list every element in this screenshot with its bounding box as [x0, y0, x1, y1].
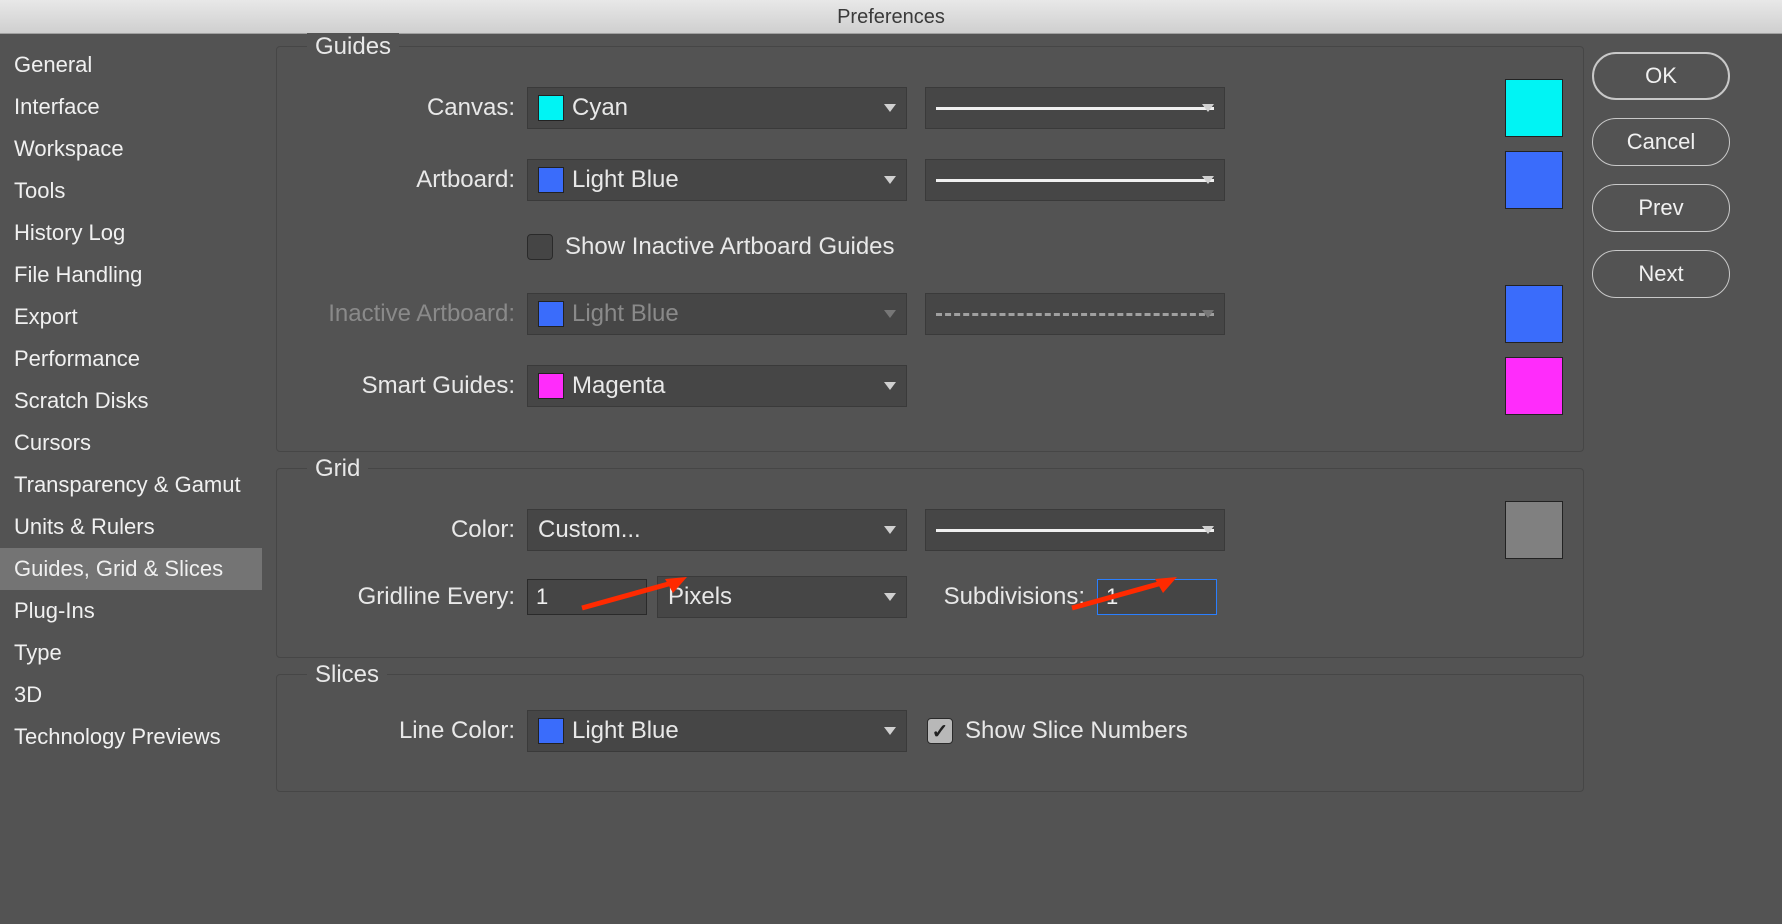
inactive-swatch-icon — [538, 301, 564, 327]
canvas-swatch-icon — [538, 95, 564, 121]
guides-fieldset: Guides Canvas: Cyan Artboard: Li — [276, 46, 1584, 452]
sidebar-item-3d[interactable]: 3D — [0, 674, 262, 716]
sidebar-item-history-log[interactable]: History Log — [0, 212, 262, 254]
line-solid-icon — [936, 529, 1214, 532]
sidebar-item-plug-ins[interactable]: Plug-Ins — [0, 590, 262, 632]
canvas-style-select[interactable] — [925, 87, 1225, 129]
grid-style-select[interactable] — [925, 509, 1225, 551]
inactive-color-select: Light Blue — [527, 293, 907, 335]
inactive-style-select — [925, 293, 1225, 335]
next-button[interactable]: Next — [1592, 250, 1730, 298]
line-solid-icon — [936, 107, 1214, 110]
cancel-button[interactable]: Cancel — [1592, 118, 1730, 166]
gridline-every-input[interactable] — [527, 579, 647, 615]
chevron-down-icon — [1202, 526, 1214, 534]
sidebar-item-workspace[interactable]: Workspace — [0, 128, 262, 170]
chevron-down-icon — [884, 593, 896, 601]
gridline-every-label: Gridline Every: — [297, 583, 527, 611]
ok-button[interactable]: OK — [1592, 52, 1730, 100]
grid-color-select[interactable]: Custom... — [527, 509, 907, 551]
window-title: Preferences — [0, 0, 1782, 34]
line-solid-icon — [936, 179, 1214, 182]
chevron-down-icon — [884, 310, 896, 318]
artboard-label: Artboard: — [297, 166, 527, 194]
show-slice-numbers-label: Show Slice Numbers — [965, 717, 1188, 745]
sidebar-item-type[interactable]: Type — [0, 632, 262, 674]
artboard-color-name: Light Blue — [572, 166, 679, 194]
chevron-down-icon — [884, 727, 896, 735]
chevron-down-icon — [884, 104, 896, 112]
grid-legend: Grid — [307, 455, 368, 483]
show-inactive-checkbox[interactable] — [527, 234, 553, 260]
sidebar-item-cursors[interactable]: Cursors — [0, 422, 262, 464]
grid-color-label: Color: — [297, 516, 527, 544]
main-panel: Guides Canvas: Cyan Artboard: Li — [262, 34, 1592, 924]
line-color-name: Light Blue — [572, 717, 679, 745]
line-dashed-icon — [936, 313, 1214, 316]
artboard-color-swatch[interactable] — [1505, 151, 1563, 209]
chevron-down-icon — [1202, 176, 1214, 184]
slices-legend: Slices — [307, 661, 387, 689]
guides-legend: Guides — [307, 33, 399, 61]
sidebar-item-interface[interactable]: Interface — [0, 86, 262, 128]
sidebar-item-technology-previews[interactable]: Technology Previews — [0, 716, 262, 758]
prev-button[interactable]: Prev — [1592, 184, 1730, 232]
sidebar-item-guides-grid-slices[interactable]: Guides, Grid & Slices — [0, 548, 262, 590]
smart-swatch-icon — [538, 373, 564, 399]
slices-fieldset: Slices Line Color: Light Blue Show Slice… — [276, 674, 1584, 792]
inactive-color-swatch[interactable] — [1505, 285, 1563, 343]
chevron-down-icon — [1202, 310, 1214, 318]
show-inactive-label: Show Inactive Artboard Guides — [565, 233, 895, 261]
chevron-down-icon — [884, 382, 896, 390]
smart-color-name: Magenta — [572, 372, 665, 400]
show-slice-numbers-checkbox[interactable] — [927, 718, 953, 744]
artboard-style-select[interactable] — [925, 159, 1225, 201]
inactive-color-name: Light Blue — [572, 300, 679, 328]
canvas-color-swatch[interactable] — [1505, 79, 1563, 137]
sidebar-item-performance[interactable]: Performance — [0, 338, 262, 380]
line-color-select[interactable]: Light Blue — [527, 710, 907, 752]
smart-color-select[interactable]: Magenta — [527, 365, 907, 407]
dialog-body: GeneralInterfaceWorkspaceToolsHistory Lo… — [0, 34, 1782, 924]
sidebar-item-transparency-gamut[interactable]: Transparency & Gamut — [0, 464, 262, 506]
sidebar-item-export[interactable]: Export — [0, 296, 262, 338]
line-color-swatch-icon — [538, 718, 564, 744]
sidebar-item-tools[interactable]: Tools — [0, 170, 262, 212]
inactive-artboard-label: Inactive Artboard: — [297, 300, 527, 328]
chevron-down-icon — [884, 526, 896, 534]
line-color-label: Line Color: — [297, 717, 527, 745]
sidebar-item-general[interactable]: General — [0, 44, 262, 86]
sidebar-item-units-rulers[interactable]: Units & Rulers — [0, 506, 262, 548]
smart-guides-label: Smart Guides: — [297, 372, 527, 400]
canvas-color-name: Cyan — [572, 94, 628, 122]
sidebar-item-scratch-disks[interactable]: Scratch Disks — [0, 380, 262, 422]
grid-color-swatch[interactable] — [1505, 501, 1563, 559]
chevron-down-icon — [1202, 104, 1214, 112]
dialog-buttons: OK Cancel Prev Next — [1592, 34, 1782, 924]
subdivisions-label: Subdivisions: — [907, 583, 1097, 611]
gridline-unit-name: Pixels — [668, 583, 732, 611]
gridline-unit-select[interactable]: Pixels — [657, 576, 907, 618]
canvas-label: Canvas: — [297, 94, 527, 122]
grid-color-name: Custom... — [538, 516, 641, 544]
artboard-swatch-icon — [538, 167, 564, 193]
smart-color-swatch[interactable] — [1505, 357, 1563, 415]
artboard-color-select[interactable]: Light Blue — [527, 159, 907, 201]
preferences-sidebar: GeneralInterfaceWorkspaceToolsHistory Lo… — [0, 34, 262, 924]
chevron-down-icon — [884, 176, 896, 184]
sidebar-item-file-handling[interactable]: File Handling — [0, 254, 262, 296]
grid-fieldset: Grid Color: Custom... Gridline Every: Pi… — [276, 468, 1584, 658]
canvas-color-select[interactable]: Cyan — [527, 87, 907, 129]
subdivisions-input[interactable] — [1097, 579, 1217, 615]
